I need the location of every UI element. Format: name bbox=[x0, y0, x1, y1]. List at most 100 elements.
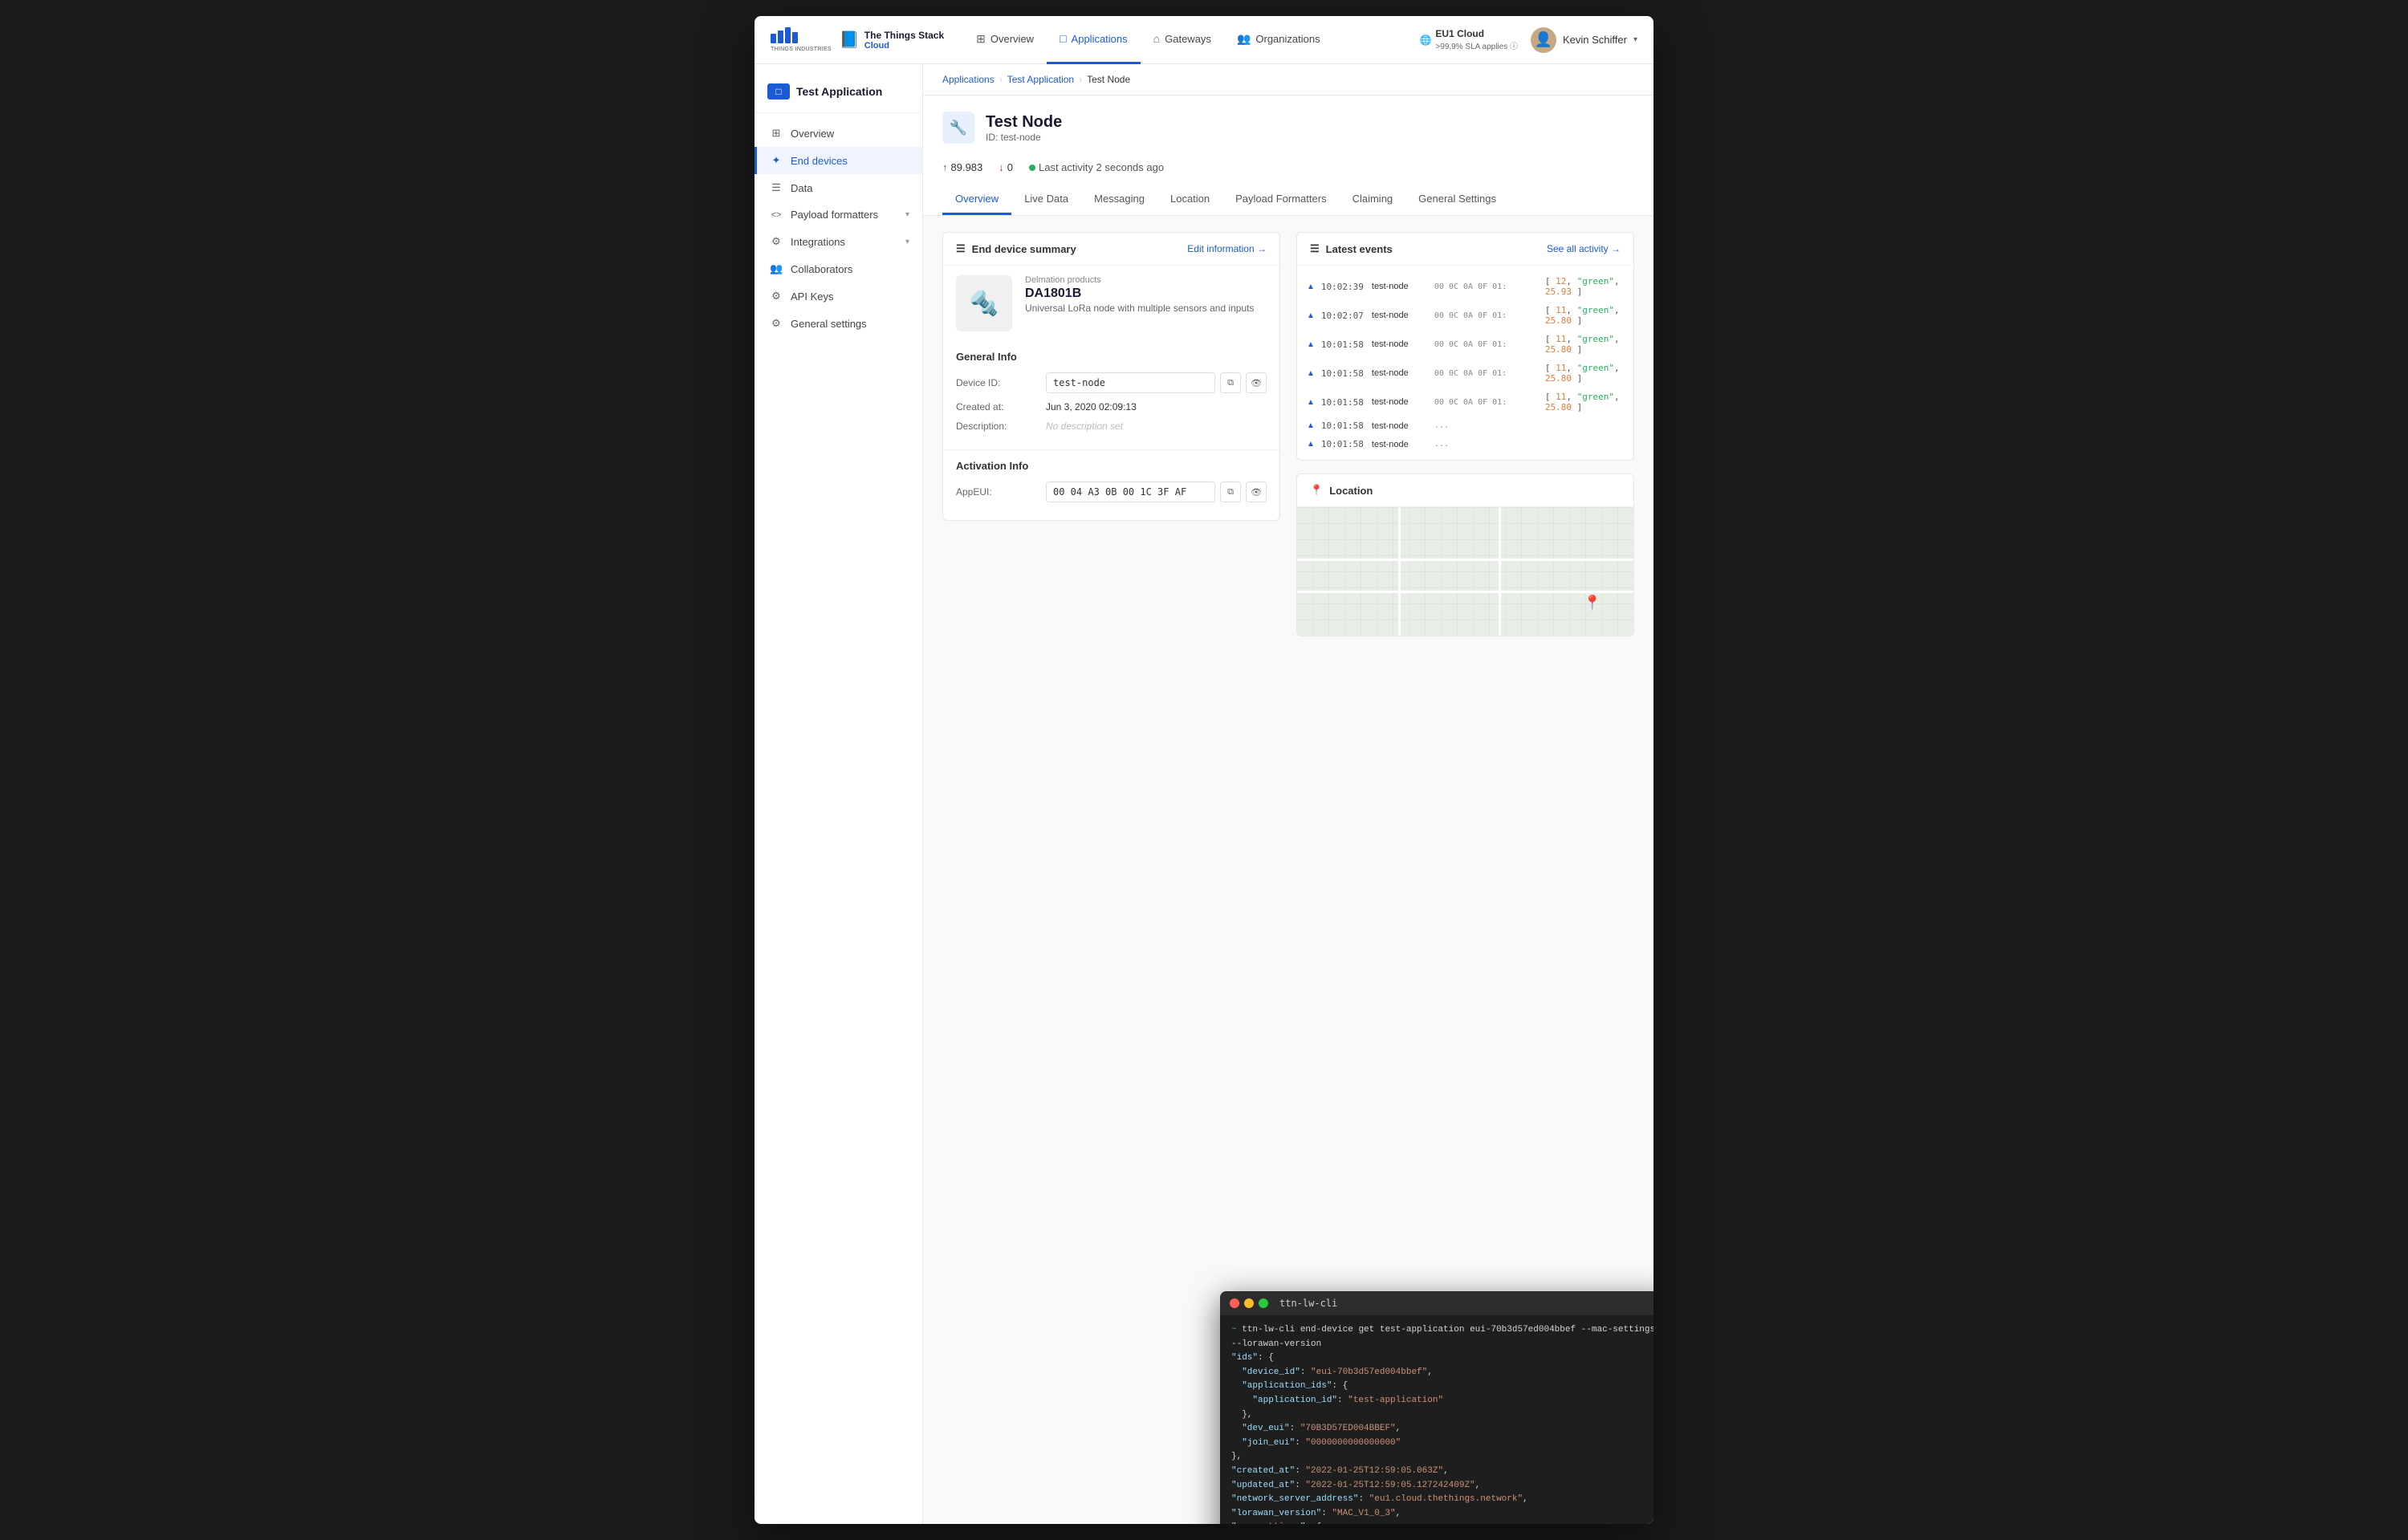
event-arrow-icon: ▲ bbox=[1307, 421, 1315, 430]
event-node: test-node bbox=[1372, 311, 1428, 320]
event-addr: 00 0C 0A 0F 01: bbox=[1434, 340, 1539, 349]
tab-location[interactable]: Location bbox=[1157, 185, 1222, 215]
nav-gateways[interactable]: ⌂ Gateways bbox=[1141, 16, 1224, 64]
event-time: 10:01:58 bbox=[1321, 421, 1365, 431]
sidebar-item-api-keys[interactable]: ⚙ API Keys bbox=[755, 282, 922, 310]
general-settings-icon: ⚙ bbox=[770, 317, 783, 330]
eu1-sla: >99,9% SLA applies ⓘ bbox=[1435, 39, 1518, 51]
event-addr: 00 0C 0A 0F 01: bbox=[1434, 282, 1539, 291]
tab-claiming[interactable]: Claiming bbox=[1340, 185, 1406, 215]
logo-area: THINGS INDUSTRIES 📘 The Things Stack Clo… bbox=[771, 27, 944, 52]
event-node: test-node bbox=[1372, 368, 1428, 378]
nav-applications[interactable]: □ Applications bbox=[1047, 16, 1141, 64]
activity-dot-icon bbox=[1029, 165, 1035, 171]
breadcrumb-applications[interactable]: Applications bbox=[942, 74, 995, 85]
sidebar-api-keys-label: API Keys bbox=[791, 291, 833, 303]
tab-payload-formatters[interactable]: Payload Formatters bbox=[1222, 185, 1339, 215]
product-name: DA1801B bbox=[1025, 286, 1267, 301]
view-app-eui-button[interactable]: 👁 bbox=[1246, 482, 1267, 502]
tab-overview[interactable]: Overview bbox=[942, 185, 1011, 215]
location-card: 📍 Location 📍 bbox=[1296, 473, 1634, 636]
terminal-maximize-button[interactable] bbox=[1259, 1298, 1268, 1308]
breadcrumb: Applications › Test Application › Test N… bbox=[923, 64, 1653, 95]
stat-uplinks: ↑ 89.983 bbox=[942, 161, 982, 173]
app-eui-input[interactable] bbox=[1046, 482, 1215, 502]
uplink-count: 89.983 bbox=[951, 161, 983, 173]
device-id: ID: test-node bbox=[986, 132, 1062, 143]
tab-live-data[interactable]: Live Data bbox=[1011, 185, 1081, 215]
sidebar-app-icon: □ bbox=[767, 83, 790, 100]
user-chevron-icon: ▾ bbox=[1633, 35, 1637, 44]
see-all-activity-link[interactable]: See all activity → bbox=[1547, 243, 1621, 254]
location-title: 📍 Location bbox=[1310, 484, 1373, 497]
terminal-command-line: ~ ttn-lw-cli end-device get test-applica… bbox=[1231, 1323, 1653, 1351]
nav-organizations-label: Organizations bbox=[1255, 33, 1320, 45]
event-time: 10:01:58 bbox=[1321, 368, 1365, 379]
device-id-input[interactable] bbox=[1046, 372, 1215, 393]
device-id-label: Device ID: bbox=[956, 377, 1036, 388]
tab-general-settings[interactable]: General Settings bbox=[1405, 185, 1509, 215]
app-eui-row: AppEUI: ⧉ 👁 bbox=[956, 482, 1267, 502]
view-device-id-button[interactable]: 👁 bbox=[1246, 372, 1267, 393]
product-image: 🔩 bbox=[956, 275, 1012, 331]
device-chip-icon: 🔧 bbox=[950, 120, 967, 136]
device-product: 🔩 Delmation products DA1801B Universal L… bbox=[943, 266, 1279, 341]
stat-activity: Last activity 2 seconds ago bbox=[1029, 161, 1164, 173]
nav-gateways-label: Gateways bbox=[1165, 33, 1211, 45]
event-arrow-icon: ▲ bbox=[1307, 282, 1315, 291]
copy-device-id-button[interactable]: ⧉ bbox=[1220, 372, 1241, 393]
logo-bar-4 bbox=[792, 32, 798, 43]
stack-title: The Things Stack bbox=[864, 30, 944, 41]
tab-messaging[interactable]: Messaging bbox=[1081, 185, 1157, 215]
output-line: "ids" bbox=[1231, 1353, 1258, 1363]
terminal-close-button[interactable] bbox=[1230, 1298, 1239, 1308]
event-arrow-icon: ▲ bbox=[1307, 398, 1315, 407]
sidebar-item-overview[interactable]: ⊞ Overview bbox=[755, 120, 922, 147]
output-line: "dev_eui" bbox=[1242, 1424, 1289, 1433]
event-data: [ 11, "green", 25.80 ] bbox=[1545, 334, 1624, 355]
topbar-right: 🌐 EU1 Cloud >99,9% SLA applies ⓘ 👤 Kevin… bbox=[1419, 27, 1637, 53]
map-background: 📍 bbox=[1297, 507, 1633, 636]
sidebar-item-general-settings[interactable]: ⚙ General settings bbox=[755, 310, 922, 337]
description-value: No description set bbox=[1046, 421, 1123, 432]
summary-title: ☰ End device summary bbox=[956, 242, 1076, 255]
device-header: 🔧 Test Node ID: test-node ↑ 89.983 ↓ 0 bbox=[923, 95, 1653, 216]
sidebar-item-data[interactable]: ☰ Data bbox=[755, 174, 922, 201]
payload-formatters-icon: <> bbox=[770, 210, 783, 220]
sidebar-item-collaborators[interactable]: 👥 Collaborators bbox=[755, 255, 922, 282]
created-at-row: Created at: Jun 3, 2020 02:09:13 bbox=[956, 401, 1267, 412]
terminal-body: ~ ttn-lw-cli end-device get test-applica… bbox=[1220, 1315, 1653, 1524]
terminal-minimize-button[interactable] bbox=[1244, 1298, 1254, 1308]
stack-text: The Things Stack Cloud bbox=[864, 30, 944, 51]
sidebar-item-end-devices[interactable]: ✦ End devices bbox=[755, 147, 922, 174]
stack-subtitle: Cloud bbox=[864, 41, 944, 51]
edit-information-link[interactable]: Edit information → bbox=[1187, 243, 1267, 254]
brand-label: THINGS INDUSTRIES bbox=[771, 47, 832, 52]
user-menu[interactable]: 👤 Kevin Schiffer ▾ bbox=[1531, 27, 1637, 53]
event-data: [ 12, "green", 25.93 ] bbox=[1545, 276, 1624, 297]
output-line: "updated_at" bbox=[1231, 1481, 1295, 1490]
latest-events-card: ☰ Latest events See all activity → ▲ 10:… bbox=[1296, 232, 1634, 461]
breadcrumb-test-application[interactable]: Test Application bbox=[1007, 74, 1074, 85]
nav-overview[interactable]: ⊞ Overview bbox=[963, 16, 1047, 64]
location-map: 📍 bbox=[1297, 507, 1633, 636]
sidebar-data-label: Data bbox=[791, 182, 812, 194]
content-body: ☰ End device summary Edit information → … bbox=[923, 216, 1653, 652]
event-node: test-node bbox=[1372, 440, 1428, 449]
nav-organizations[interactable]: 👥 Organizations bbox=[1224, 16, 1333, 64]
sidebar-item-payload-formatters[interactable]: <> Payload formatters ▾ bbox=[755, 201, 922, 228]
event-time: 10:02:39 bbox=[1321, 282, 1365, 292]
output-line: "device_id" bbox=[1242, 1367, 1300, 1377]
output-line: "lorawan_version" bbox=[1231, 1509, 1321, 1518]
location-card-header: 📍 Location bbox=[1297, 474, 1633, 507]
sidebar-app-header: □ Test Application bbox=[755, 77, 922, 113]
copy-app-eui-button[interactable]: ⧉ bbox=[1220, 482, 1241, 502]
activation-info-section: Activation Info AppEUI: ⧉ 👁 bbox=[943, 449, 1279, 520]
device-title: Test Node bbox=[986, 113, 1062, 132]
nav-applications-label: Applications bbox=[1072, 33, 1128, 45]
general-info-section: General Info Device ID: ⧉ 👁 Creat bbox=[943, 341, 1279, 449]
sidebar-item-integrations[interactable]: ⚙ Integrations ▾ bbox=[755, 228, 922, 255]
sidebar: □ Test Application ⊞ Overview ✦ End devi… bbox=[755, 64, 923, 1524]
api-keys-icon: ⚙ bbox=[770, 290, 783, 303]
output-line: "created_at" bbox=[1231, 1466, 1295, 1476]
